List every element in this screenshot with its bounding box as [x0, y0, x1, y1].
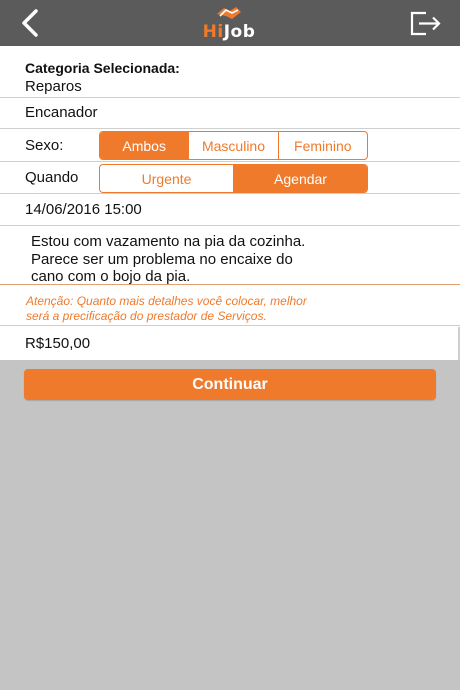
category-title: Categoria Selecionada: — [25, 60, 180, 76]
price-value: R$150,00 — [25, 335, 91, 352]
description-line: Estou com vazamento na pia da cozinha. — [31, 233, 306, 250]
warning-line: Atenção: Quanto mais detalhes você coloc… — [26, 294, 307, 308]
logo-text-hi: Hi — [202, 22, 224, 42]
quando-label: Quando — [25, 169, 79, 186]
sexo-row: Sexo: Ambos Masculino Feminino — [0, 129, 460, 162]
continue-button[interactable]: Continuar — [24, 369, 436, 400]
datetime-row[interactable]: 14/06/2016 15:00 — [0, 194, 460, 226]
app-logo: HiJob — [186, 4, 272, 42]
price-field[interactable]: R$150,00 — [0, 327, 460, 360]
logout-icon — [410, 11, 441, 36]
logo-text-job: Job — [223, 22, 256, 42]
datetime-value: 14/06/2016 15:00 — [25, 201, 142, 218]
logout-button[interactable] — [406, 8, 444, 38]
warning-line: será a precificação do prestador de Serv… — [26, 308, 267, 323]
category-row: Categoria Selecionada: Reparos — [0, 46, 460, 98]
subcategory-value: Encanador — [25, 104, 98, 121]
quando-segmented-control: Urgente Agendar — [99, 164, 368, 193]
quando-option-agendar[interactable]: Agendar — [233, 165, 367, 192]
warning-text: Atenção: Quanto mais detalhes você coloc… — [26, 294, 436, 323]
handshake-icon — [217, 7, 241, 19]
category-value: Reparos — [25, 78, 82, 95]
logo-text: HiJob — [186, 22, 272, 42]
sexo-option-feminino[interactable]: Feminino — [277, 132, 367, 159]
sexo-option-ambos[interactable]: Ambos — [100, 132, 189, 159]
description-textarea[interactable]: Estou com vazamento na pia da cozinha. P… — [31, 233, 421, 286]
sexo-label: Sexo: — [25, 137, 64, 154]
description-line: cano com o bojo da pia. — [31, 268, 191, 285]
back-button[interactable] — [14, 8, 48, 38]
request-form: Categoria Selecionada: Reparos Encanador… — [0, 46, 460, 360]
sexo-segmented-control: Ambos Masculino Feminino — [99, 131, 368, 160]
sexo-option-masculino[interactable]: Masculino — [188, 132, 277, 159]
quando-row: Quando Urgente Agendar — [0, 162, 460, 194]
quando-option-urgente[interactable]: Urgente — [100, 165, 233, 192]
description-line: Parece ser um problema no encaixe do — [31, 250, 293, 268]
subcategory-row: Encanador — [0, 98, 460, 129]
top-bar: HiJob — [0, 0, 460, 46]
chevron-left-icon — [22, 9, 38, 37]
